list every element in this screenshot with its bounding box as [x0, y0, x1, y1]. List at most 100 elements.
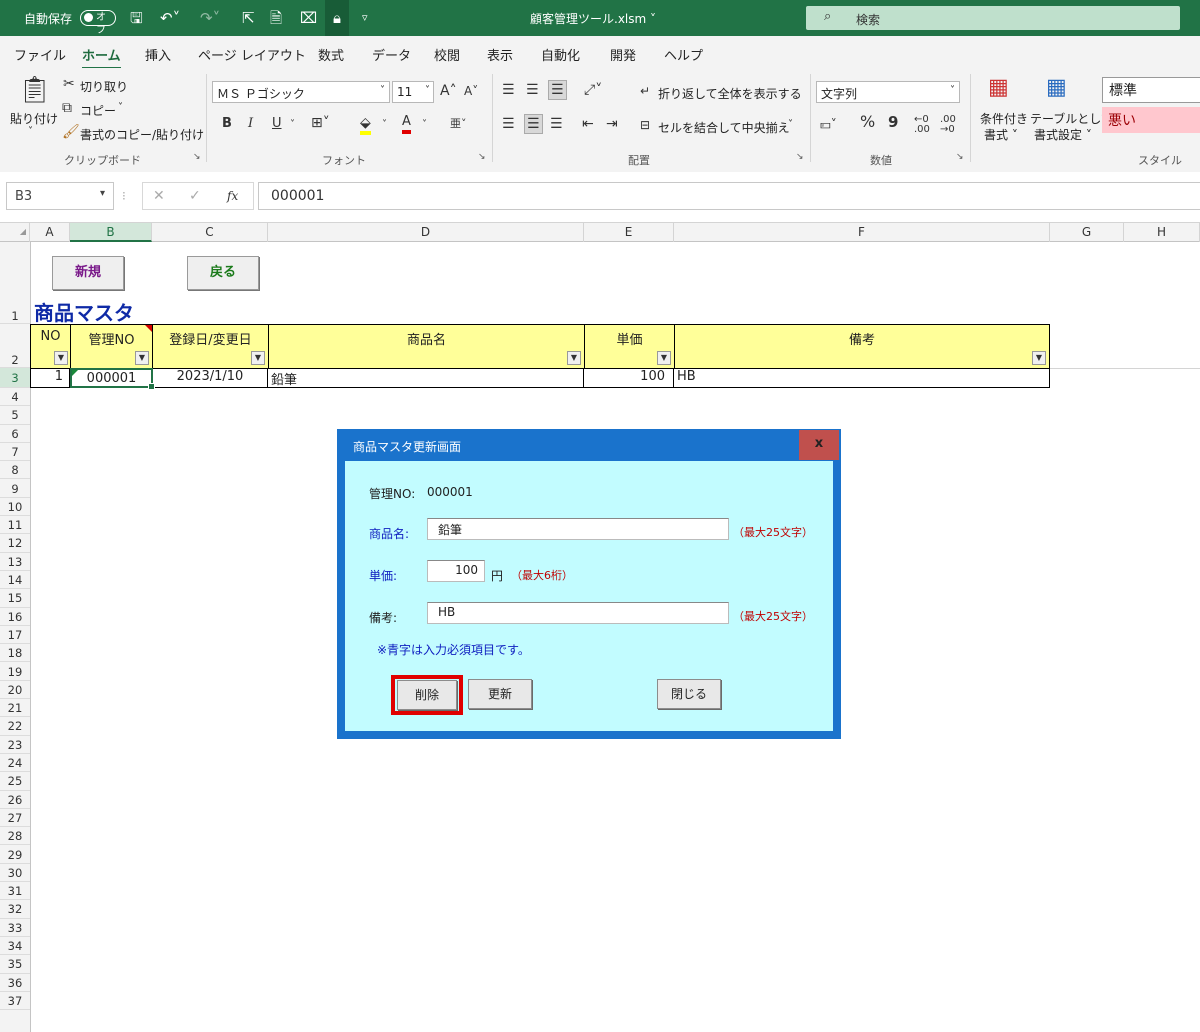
customize-quick-access-icon[interactable]: ▿: [362, 9, 368, 27]
redo-icon[interactable]: ↷˅: [200, 9, 220, 27]
cell-product-name[interactable]: 鉛筆: [268, 369, 584, 387]
cut-icon[interactable]: ✂: [63, 76, 75, 92]
row-header[interactable]: 16: [0, 607, 30, 626]
row-header[interactable]: 19: [0, 662, 30, 681]
percent-icon[interactable]: %: [860, 114, 875, 130]
copy-icon[interactable]: ⧉: [62, 100, 72, 116]
row-header[interactable]: 34: [0, 937, 30, 956]
row-header[interactable]: 8: [0, 461, 30, 480]
row-header[interactable]: 6: [0, 424, 30, 443]
cell-mgmt-no-selected[interactable]: 000001: [70, 368, 153, 388]
save-icon[interactable]: 🖫: [130, 9, 143, 27]
align-top-icon[interactable]: ☰: [502, 82, 515, 98]
new-button[interactable]: 新規: [52, 256, 124, 290]
row-header[interactable]: 7: [0, 442, 30, 462]
header-cell-price[interactable]: 単価 ▼: [584, 324, 675, 369]
cell-date[interactable]: 2023/1/10: [153, 369, 268, 387]
align-center-icon[interactable]: ☰: [524, 114, 543, 134]
row-header[interactable]: 11: [0, 516, 30, 535]
cancel-icon[interactable]: ✕: [153, 188, 165, 204]
row-header[interactable]: 22: [0, 717, 30, 736]
tab-page-layout[interactable]: ページ レイアウト: [198, 45, 306, 64]
font-color-dropdown-icon[interactable]: ˅: [422, 117, 427, 133]
row-header[interactable]: 18: [0, 644, 30, 663]
row-header[interactable]: 26: [0, 790, 30, 809]
format-painter-button[interactable]: 書式のコピー/貼り付け: [80, 126, 204, 143]
font-size-select[interactable]: 11 ˅: [392, 81, 434, 103]
font-launcher-icon[interactable]: ↘: [478, 152, 486, 162]
row-header[interactable]: 17: [0, 625, 30, 645]
align-bottom-icon[interactable]: ☰: [548, 80, 567, 100]
clipboard-launcher-icon[interactable]: ↘: [193, 152, 201, 162]
conditional-format-icon[interactable]: ▦: [988, 76, 1009, 100]
row-header[interactable]: 32: [0, 900, 30, 919]
header-cell-mgmt-no[interactable]: 管理NO ▼: [70, 324, 153, 369]
style-bad[interactable]: 悪い: [1102, 107, 1200, 133]
undo-icon[interactable]: ↶˅: [160, 9, 180, 27]
column-header-g[interactable]: G: [1050, 223, 1124, 242]
pointer-icon[interactable]: ⇱: [242, 9, 255, 27]
column-header-c[interactable]: C: [152, 223, 268, 242]
decrease-indent-icon[interactable]: ⇤: [582, 116, 594, 132]
lock-icon[interactable]: 🔒︎: [325, 0, 349, 36]
name-box[interactable]: B3 ▾: [6, 182, 114, 210]
row-header[interactable]: 25: [0, 772, 30, 791]
align-middle-icon[interactable]: ☰: [526, 82, 539, 98]
row-header[interactable]: 27: [0, 808, 30, 828]
filter-dropdown-icon[interactable]: ▼: [1032, 351, 1046, 365]
format-as-table-button-line2[interactable]: 書式設定 ˅: [1034, 126, 1092, 143]
decrease-decimal-icon[interactable]: .00 →0: [940, 115, 956, 135]
tab-review[interactable]: 校閲: [434, 45, 460, 64]
back-button[interactable]: 戻る: [187, 256, 259, 290]
row-header[interactable]: 4: [0, 388, 30, 407]
column-header-h[interactable]: H: [1124, 223, 1200, 242]
tab-view[interactable]: 表示: [487, 45, 513, 64]
paste-button[interactable]: 貼り付け: [10, 110, 58, 127]
tab-insert[interactable]: 挿入: [145, 45, 171, 64]
currency-icon[interactable]: 💴︎˅: [820, 116, 837, 132]
delete-button[interactable]: 削除: [397, 680, 457, 710]
row-header[interactable]: 37: [0, 991, 30, 1011]
font-color-icon[interactable]: A: [402, 114, 411, 134]
row-header[interactable]: 35: [0, 955, 30, 974]
fill-dropdown-icon[interactable]: ˅: [382, 117, 387, 133]
tab-formulas[interactable]: 数式: [318, 45, 344, 64]
phonetic-icon[interactable]: 亜˅: [450, 116, 467, 132]
row-header[interactable]: 24: [0, 754, 30, 773]
row-header[interactable]: 20: [0, 680, 30, 700]
orientation-icon[interactable]: ⤢˅: [584, 82, 602, 98]
font-name-select[interactable]: ＭＳ Ｐゴシック ˅: [212, 81, 390, 103]
price-input[interactable]: 100: [427, 560, 485, 582]
borders-icon[interactable]: ⊞˅: [311, 115, 330, 131]
tab-developer[interactable]: 開発: [610, 45, 636, 64]
row-header[interactable]: 3: [0, 368, 30, 388]
header-cell-note[interactable]: 備考 ▼: [674, 324, 1050, 369]
increase-font-icon[interactable]: A˄: [440, 83, 457, 99]
conditional-format-button[interactable]: 条件付き: [980, 110, 1028, 127]
conditional-format-button-line2[interactable]: 書式 ˅: [984, 126, 1018, 143]
cell-note[interactable]: HB: [674, 369, 1050, 387]
header-cell-date[interactable]: 登録日/変更日 ▼: [152, 324, 269, 369]
copy-dropdown-icon[interactable]: ˅: [118, 102, 123, 113]
column-header-f[interactable]: F: [674, 223, 1050, 242]
underline-dropdown-icon[interactable]: ˅: [290, 117, 295, 133]
header-cell-no[interactable]: NO ▼: [30, 324, 71, 369]
format-as-table-icon[interactable]: ▦: [1046, 76, 1067, 100]
filter-dropdown-icon[interactable]: ▼: [251, 351, 265, 365]
enter-icon[interactable]: ✓: [189, 188, 201, 204]
filter-dropdown-icon[interactable]: ▼: [567, 351, 581, 365]
style-normal[interactable]: 標準: [1102, 77, 1200, 103]
filter-dropdown-icon[interactable]: ▼: [54, 351, 68, 365]
row-header[interactable]: 1: [0, 242, 30, 324]
note-input[interactable]: HB: [427, 602, 729, 624]
tab-automate[interactable]: 自動化: [541, 45, 580, 64]
insert-function-icon[interactable]: fx: [227, 188, 238, 204]
cell-no[interactable]: 1: [30, 369, 70, 387]
row-header[interactable]: 5: [0, 406, 30, 425]
column-header-a[interactable]: A: [30, 223, 70, 242]
column-header-b[interactable]: B: [70, 223, 152, 242]
underline-icon[interactable]: U: [272, 116, 282, 132]
row-header[interactable]: 9: [0, 479, 30, 498]
row-header[interactable]: 29: [0, 845, 30, 864]
tab-help[interactable]: ヘルプ: [664, 45, 703, 64]
